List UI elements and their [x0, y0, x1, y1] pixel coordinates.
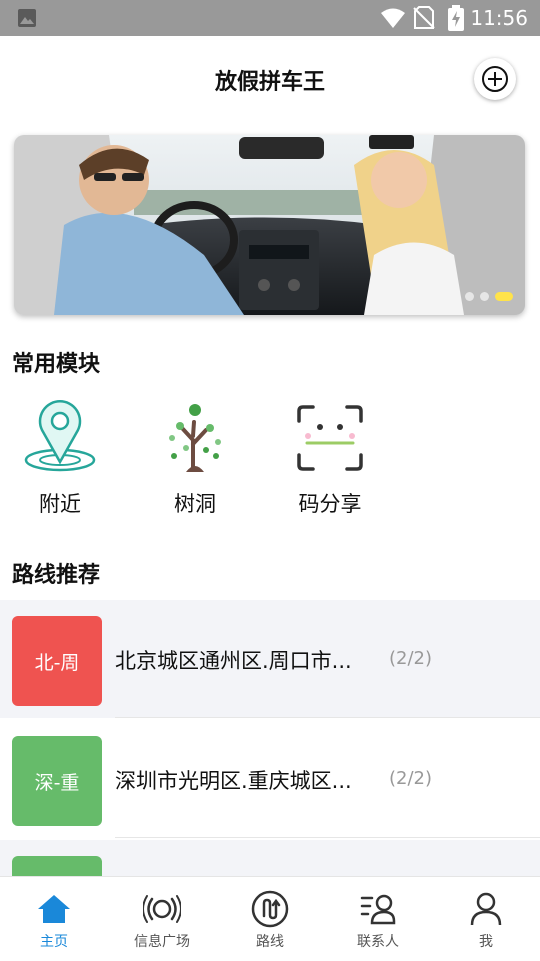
- route-text: 深圳市光明区.重庆城区...: [115, 769, 352, 793]
- tab-routes[interactable]: 路线: [216, 877, 324, 961]
- tab-label: 信息广场: [134, 934, 190, 950]
- no-sim-icon: [413, 6, 435, 29]
- page-title: 放假拼车王: [214, 70, 325, 95]
- module-tree-hole[interactable]: 树洞: [135, 400, 255, 518]
- tab-label: 我: [479, 934, 493, 950]
- add-button[interactable]: [474, 58, 516, 100]
- tab-label: 路线: [256, 934, 284, 950]
- modules-section-title: 常用模块: [12, 352, 101, 377]
- carousel-dot: [465, 292, 474, 301]
- module-label: 树洞: [174, 492, 216, 516]
- divider: [115, 717, 540, 718]
- title-bar: 放假拼车王: [0, 36, 540, 126]
- status-bar: 11:56: [0, 0, 540, 36]
- wifi-icon: [381, 8, 405, 28]
- bottom-tab-bar: 主页 信息广场 路线 联系人 我: [0, 876, 540, 961]
- module-code-share[interactable]: 码分享: [270, 400, 390, 518]
- plus-circle-icon: [482, 66, 508, 92]
- carousel-dot: [480, 292, 489, 301]
- tab-label: 联系人: [357, 934, 399, 950]
- battery-charging-icon: [448, 5, 464, 31]
- module-label: 码分享: [298, 492, 362, 516]
- module-label: 附近: [39, 492, 81, 516]
- route-count: (2/2): [389, 768, 433, 789]
- scan-code-icon: [297, 405, 363, 471]
- tab-home[interactable]: 主页: [0, 877, 108, 961]
- carousel-dot-active: [495, 292, 513, 301]
- status-time: 11:56: [470, 6, 528, 30]
- banner-image: [14, 135, 525, 315]
- route-badge: 北-周: [12, 616, 102, 706]
- routes-section-title: 路线推荐: [12, 563, 101, 588]
- contacts-icon: [360, 894, 396, 925]
- route-icon: [251, 890, 289, 928]
- tab-me[interactable]: 我: [432, 877, 540, 961]
- tree-icon: [169, 404, 221, 472]
- module-nearby[interactable]: 附近: [0, 400, 120, 518]
- carousel-indicator: [465, 292, 513, 301]
- user-icon: [470, 892, 502, 926]
- route-badge: 深-重: [12, 736, 102, 826]
- tab-label: 主页: [40, 934, 68, 950]
- broadcast-icon: [143, 895, 181, 923]
- home-icon: [38, 895, 70, 923]
- tab-info-square[interactable]: 信息广场: [108, 877, 216, 961]
- route-count: (2/2): [389, 648, 433, 669]
- banner-carousel[interactable]: [14, 135, 525, 315]
- route-list-item[interactable]: 北-周 北京城区通州区.周口市... (2/2): [0, 600, 540, 718]
- tab-contacts[interactable]: 联系人: [324, 877, 432, 961]
- route-list-item[interactable]: 深-重 深圳市光明区.重庆城区... (2/2): [0, 720, 540, 838]
- divider: [115, 837, 540, 838]
- location-pin-icon: [24, 400, 96, 472]
- route-text: 北京城区通州区.周口市...: [115, 649, 352, 673]
- gallery-icon: [18, 9, 36, 27]
